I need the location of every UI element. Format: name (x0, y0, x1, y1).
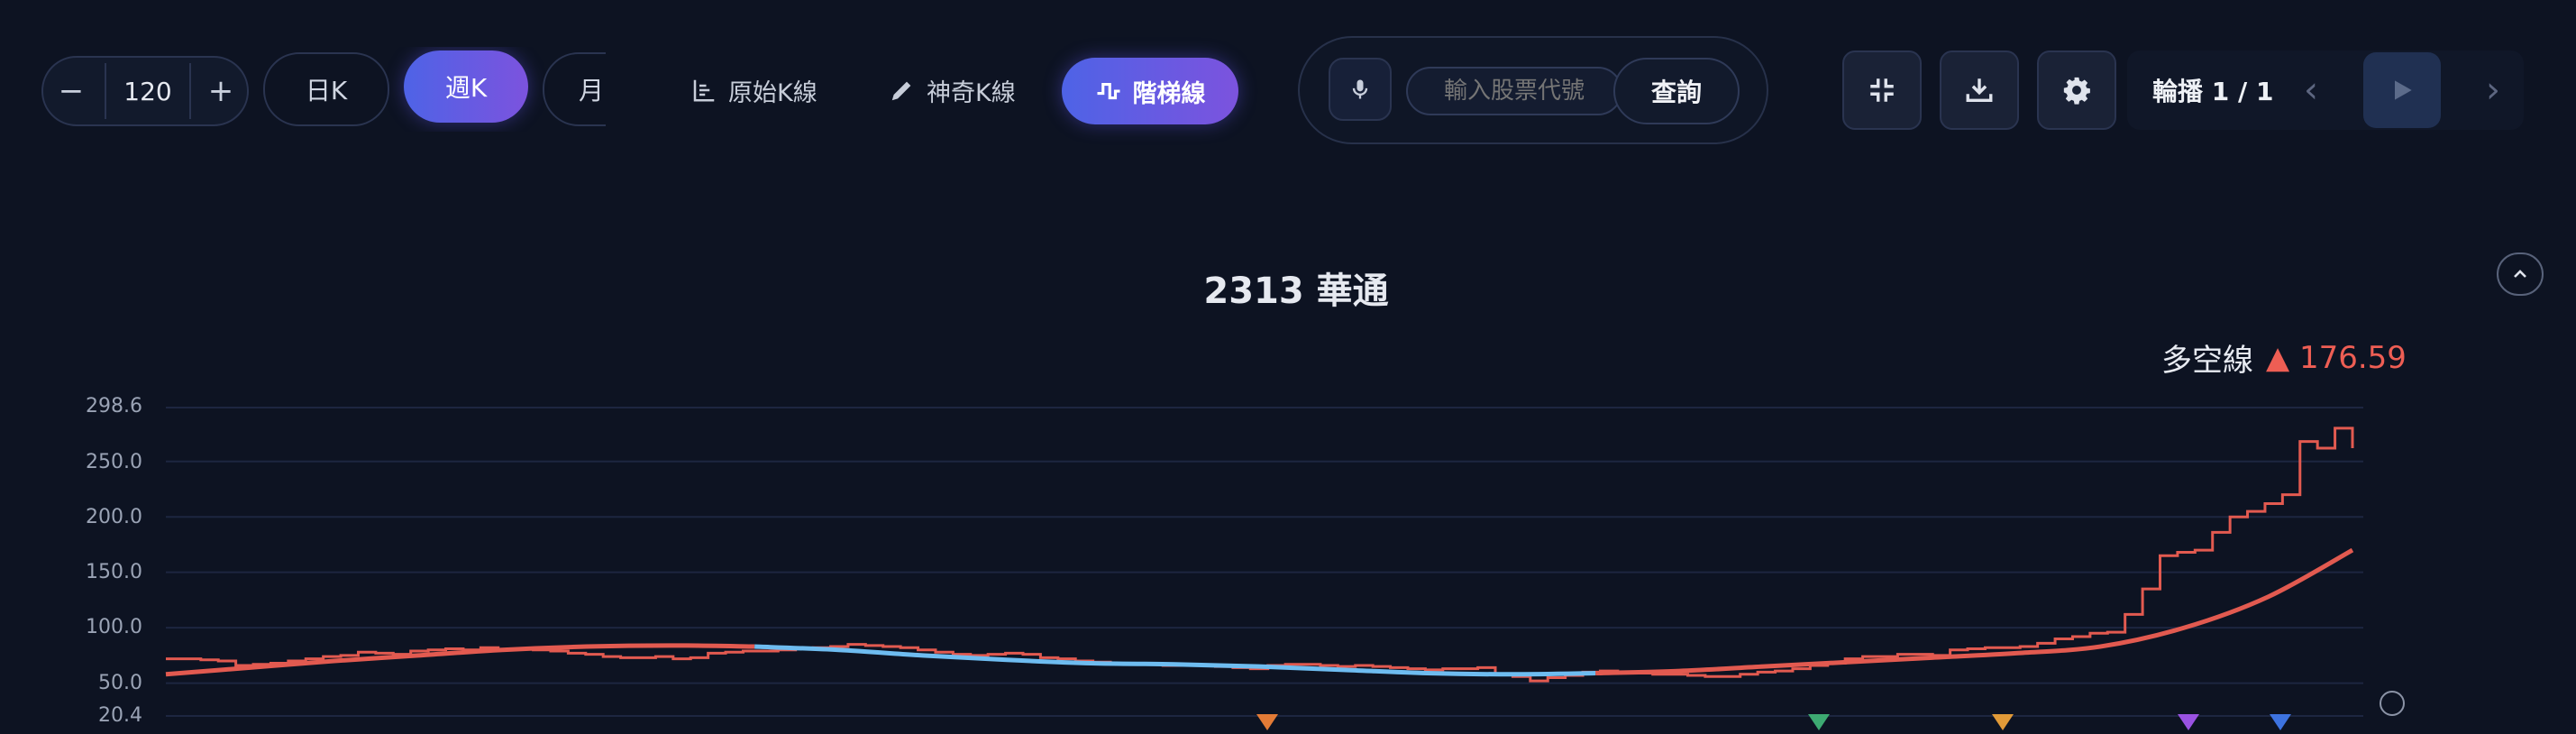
chart-scroll-handle[interactable] (2380, 691, 2405, 716)
step-line-chart (165, 407, 2363, 730)
signal-marker (1808, 714, 1830, 730)
signal-marker (1992, 714, 2014, 730)
trend-line-bull (1595, 547, 2354, 676)
signal-marker (2270, 714, 2291, 730)
trend-line-neutral (754, 644, 1596, 677)
signal-marker (2178, 714, 2199, 730)
step-series-line (166, 427, 2354, 683)
signal-marker (1256, 714, 1278, 730)
